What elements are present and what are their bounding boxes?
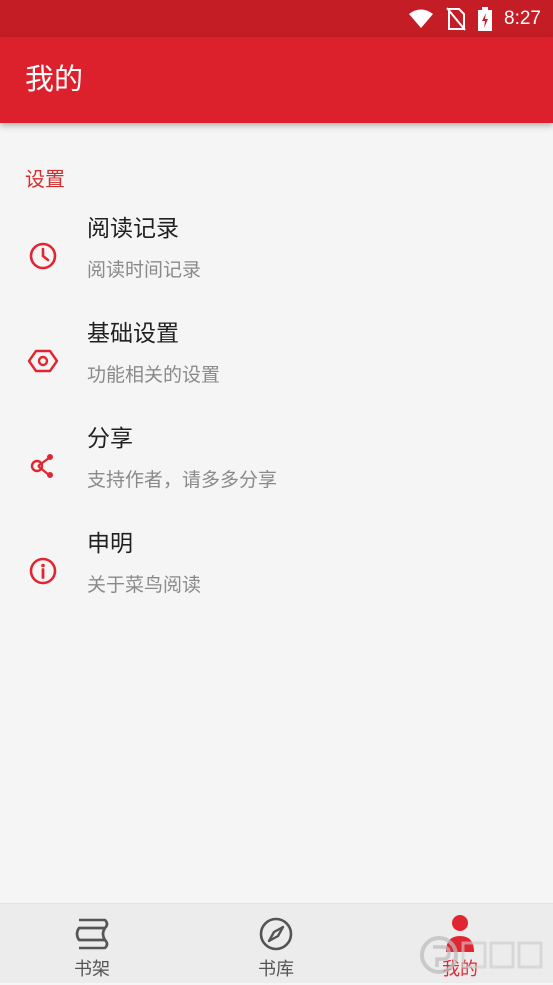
settings-item-title: 阅读记录 [87,216,179,242]
nav-tab-label: 书库 [258,959,294,980]
nav-tab-label: 书架 [74,959,110,980]
settings-item-title: 基础设置 [87,321,179,347]
nav-tab-bookshelf[interactable]: 书架 [0,904,184,984]
no-sim-icon [446,6,466,31]
settings-hex-icon [27,345,59,377]
settings-item-title: 申明 [87,531,133,557]
clock-icon [27,240,59,272]
compass-icon [256,914,296,954]
settings-item-share[interactable]: 分享 支持作者，请多多分享 [0,424,553,529]
settings-item-subtitle: 阅读时间记录 [87,259,202,281]
settings-item-basic-settings[interactable]: 基础设置 功能相关的设置 [0,319,553,424]
page-title: 我的 [25,62,84,96]
share-icon [27,450,59,482]
settings-item-subtitle: 支持作者，请多多分享 [87,469,278,491]
settings-item-subtitle: 关于菜鸟阅读 [87,574,202,596]
settings-item-reading-history[interactable]: 阅读记录 阅读时间记录 [0,214,553,319]
info-icon [27,555,59,587]
bookshelf-icon [72,914,112,954]
settings-list: 设置 阅读记录 阅读时间记录 基础设置 功能相关的设置 分享 支持作者，请多多分… [0,123,553,903]
app-bar: 我的 [0,37,553,123]
settings-item-title: 分享 [87,426,133,452]
settings-item-subtitle: 功能相关的设置 [87,364,221,386]
nav-tab-library[interactable]: 书库 [184,904,368,984]
status-bar: 8:27 [0,0,553,37]
wifi-icon [408,9,434,29]
settings-item-statement[interactable]: 申明 关于菜鸟阅读 [0,529,553,634]
watermark-logo [419,925,549,981]
battery-charging-icon [478,6,493,31]
section-header-settings: 设置 [25,167,65,191]
status-time: 8:27 [504,7,541,29]
